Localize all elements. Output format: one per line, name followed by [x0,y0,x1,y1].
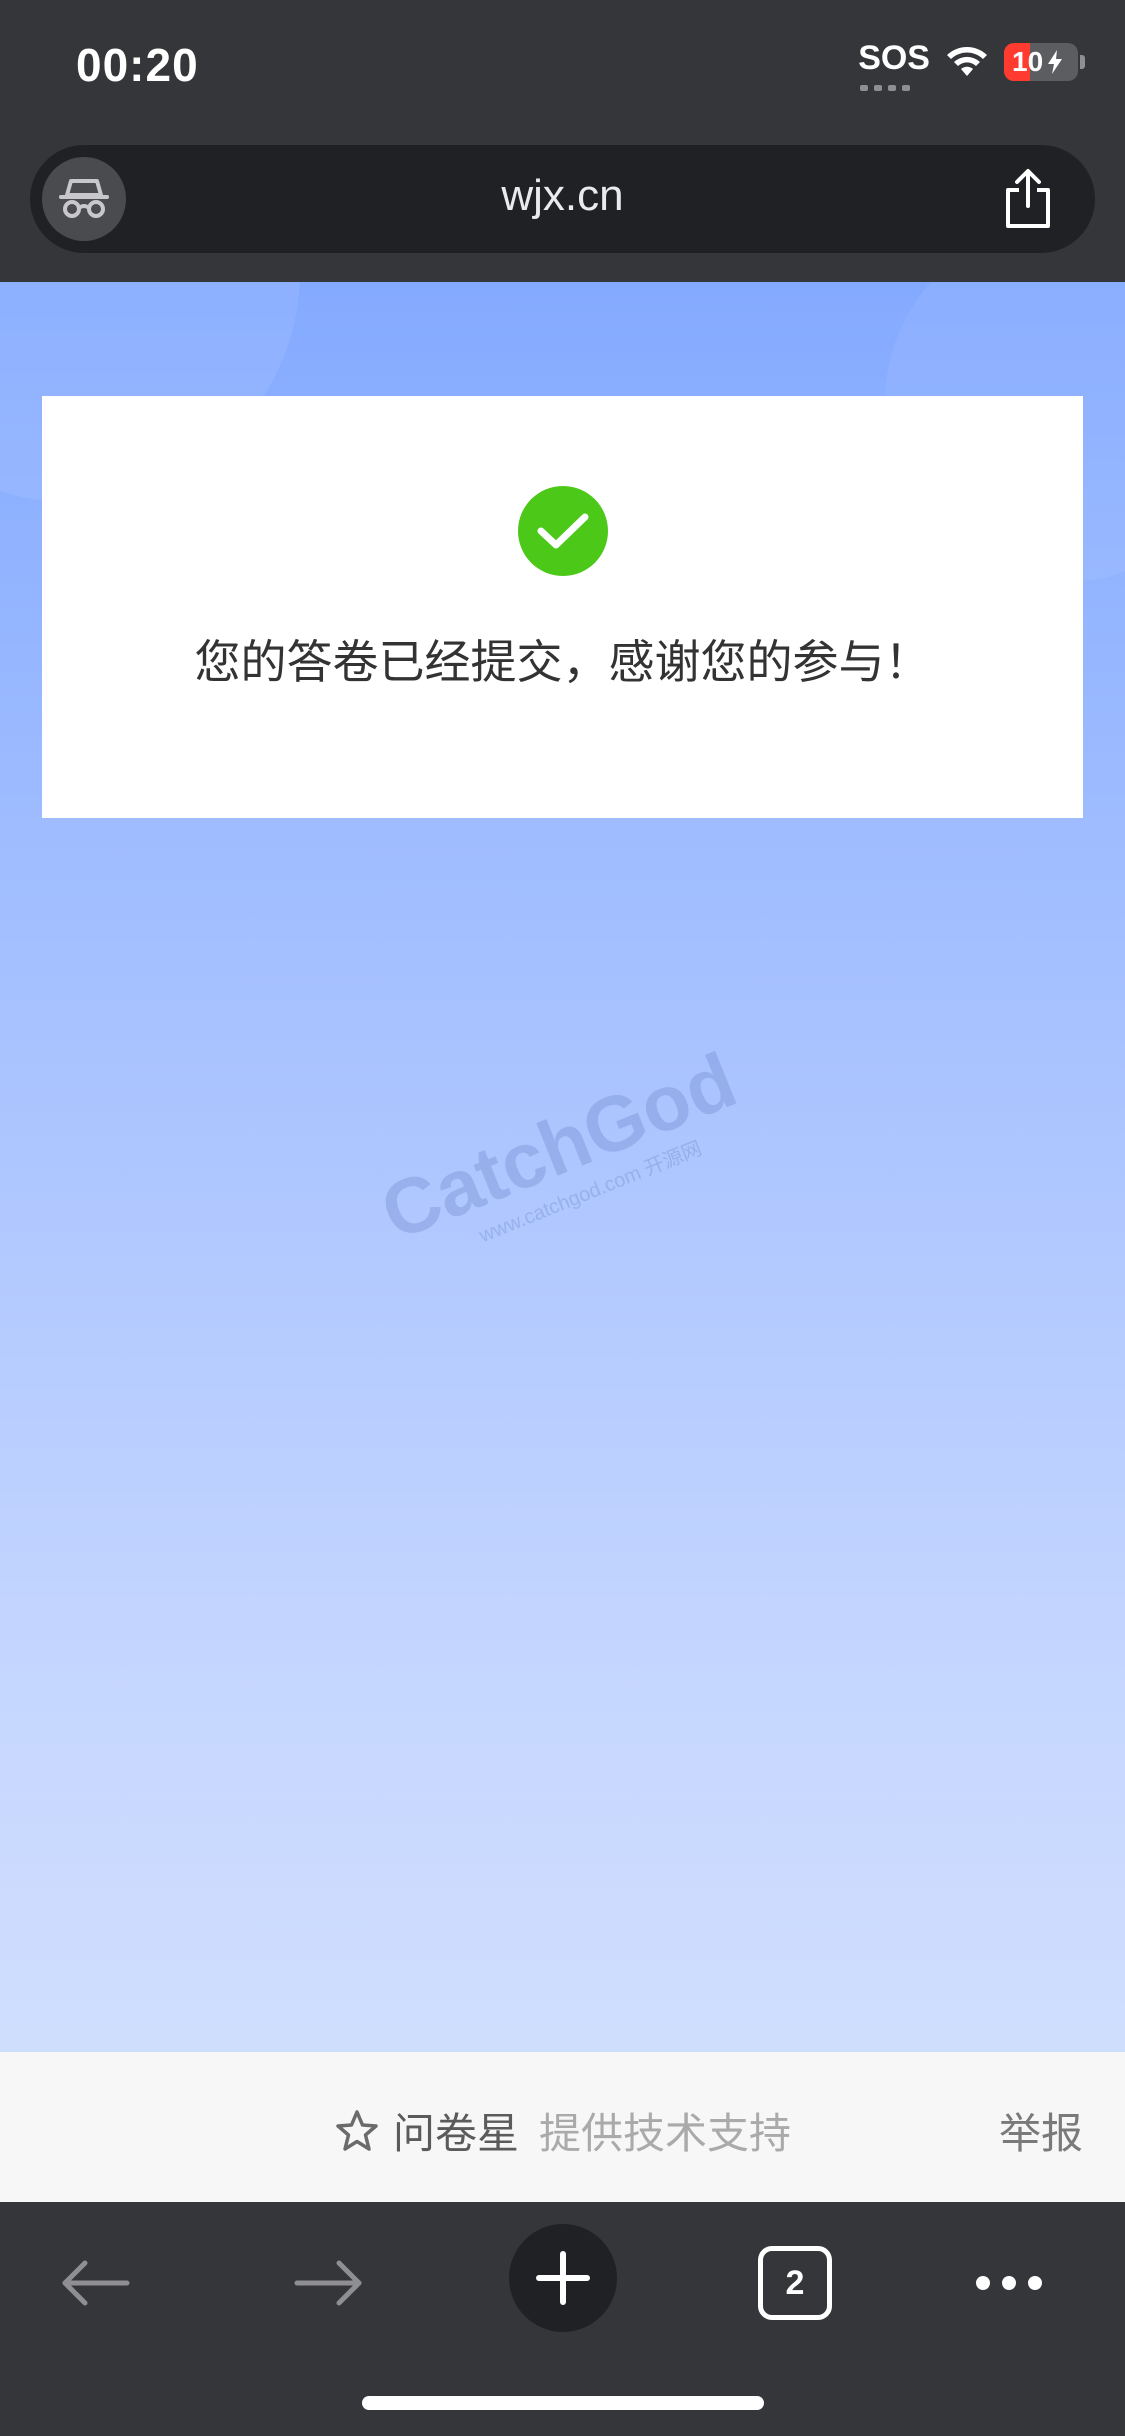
tabs-count: 2 [785,2263,805,2302]
submission-card: 您的答卷已经提交，感谢您的参与！ [42,396,1083,818]
plus-icon [536,2251,590,2305]
watermark-logo: CatchGod www.catchgod.com 开源网 [369,1035,748,1257]
signal-dots [860,84,912,91]
status-icons: SOS 10 [858,39,1085,91]
new-tab-button[interactable] [509,2224,617,2332]
footer-brand[interactable]: 问卷星 提供技术支持 [335,2100,791,2161]
url-text[interactable]: wjx.cn [30,171,1095,221]
page-content: 您的答卷已经提交，感谢您的参与！ CatchGod www.catchgod.c… [0,282,1125,2052]
battery-cap [1080,55,1085,69]
report-link[interactable]: 举报 [999,2100,1083,2161]
submission-message: 您的答卷已经提交，感谢您的参与！ [194,635,931,689]
tabs-button[interactable]: 2 [758,2246,832,2320]
share-button[interactable] [997,167,1059,231]
success-check-icon [518,486,608,576]
home-indicator[interactable] [362,2396,764,2410]
status-time: 00:20 [76,39,199,91]
brand-description: 提供技术支持 [539,2109,792,2158]
charging-bolt-icon [1048,50,1063,74]
sos-icon: SOS [858,38,930,77]
battery-body: 10 [1004,43,1078,81]
address-bar[interactable]: wjx.cn [30,145,1095,253]
more-icon [976,2276,1042,2290]
more-button[interactable] [966,2240,1052,2326]
battery-text: 10 [1012,46,1044,77]
forward-button[interactable] [286,2240,372,2326]
brand-name[interactable]: 问卷星 [393,2100,519,2161]
star-icon [336,2109,378,2151]
status-bar: 00:20 SOS 10 [0,0,1125,140]
page-footer: 问卷星 提供技术支持 举报 [0,2052,1125,2202]
share-icon [1006,169,1050,228]
forward-arrow-icon [294,2260,362,2306]
back-arrow-icon [62,2260,130,2306]
sos-indicator: SOS [858,39,930,91]
battery-icon: 10 [1004,43,1085,81]
wifi-icon [944,42,990,82]
back-button[interactable] [52,2240,138,2326]
